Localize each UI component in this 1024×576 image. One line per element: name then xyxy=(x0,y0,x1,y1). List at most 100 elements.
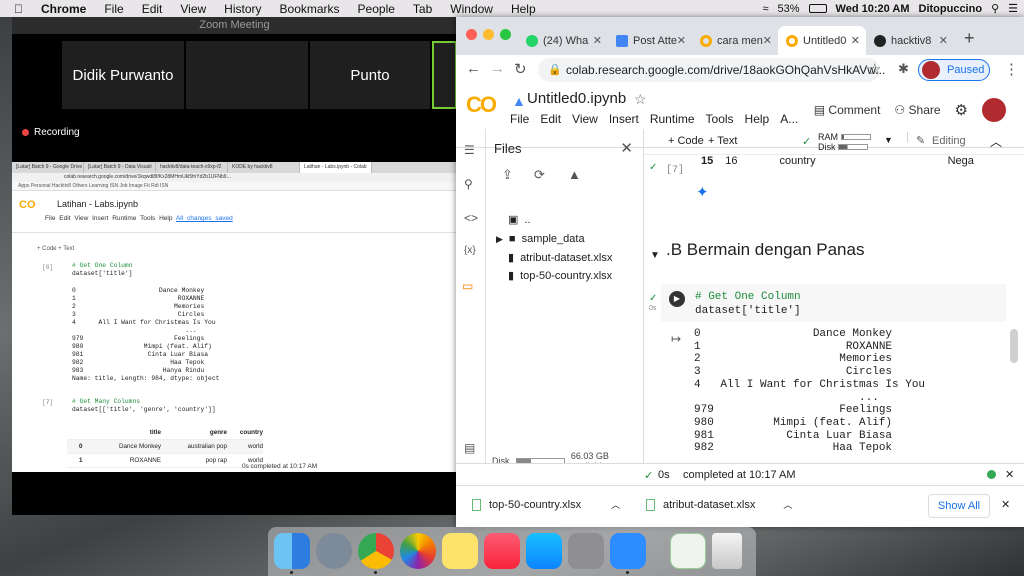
colab-logo[interactable]: CO xyxy=(466,92,497,118)
terminal-icon[interactable]: ▤ xyxy=(464,441,475,455)
menu-help[interactable]: Help xyxy=(745,112,770,126)
control-center-icon[interactable]: ☰ xyxy=(1008,2,1018,15)
toc-icon[interactable]: ☰ xyxy=(464,143,475,157)
user-name[interactable]: Ditopuccino xyxy=(919,3,983,15)
participant-tile-active[interactable] xyxy=(432,41,457,109)
file-sample-data[interactable]: ▶ ■ sample_data xyxy=(496,233,585,245)
menu-tools[interactable]: Tools xyxy=(706,112,734,126)
menu-all-changes[interactable]: A... xyxy=(780,112,798,126)
participant-tile-3[interactable]: Punto xyxy=(310,41,430,109)
new-tab-button[interactable]: + xyxy=(964,28,975,49)
tab-hacktiv8[interactable]: hacktiv8 ✕ xyxy=(866,26,954,55)
comment-button[interactable]: ▤ Comment xyxy=(814,103,881,117)
menu-chrome[interactable]: Chrome xyxy=(32,2,95,16)
tab-post[interactable]: Post Atte ✕ xyxy=(608,26,692,55)
share-button[interactable]: ⚇ Share xyxy=(894,103,940,117)
music-icon[interactable] xyxy=(484,533,520,569)
battery-percent[interactable]: 53% xyxy=(778,3,800,15)
menu-people[interactable]: People xyxy=(349,2,404,16)
close-status-icon[interactable]: ✕ xyxy=(1005,468,1014,481)
mount-drive-icon[interactable]: ▲ xyxy=(568,167,581,182)
participant-tile-2[interactable] xyxy=(186,41,308,109)
collapse-section-icon[interactable]: ▼ xyxy=(650,250,660,261)
clock[interactable]: Wed 10:20 AM xyxy=(836,3,910,15)
add-text-button[interactable]: + Text xyxy=(708,135,737,147)
close-window-button[interactable] xyxy=(466,29,477,40)
show-all-button[interactable]: Show All xyxy=(928,494,990,518)
trash-icon[interactable] xyxy=(712,533,742,569)
menu-edit[interactable]: Edit xyxy=(540,112,561,126)
profile-paused-button[interactable]: Paused xyxy=(918,59,990,81)
menu-file[interactable]: File xyxy=(510,112,529,126)
maximize-window-button[interactable] xyxy=(500,29,511,40)
photos-icon[interactable] xyxy=(400,533,436,569)
close-panel-icon[interactable]: ✕ xyxy=(620,139,633,157)
chrome-icon[interactable] xyxy=(358,533,394,569)
resource-monitor[interactable]: RAM Disk xyxy=(818,132,871,152)
code-snippets-icon[interactable]: <> xyxy=(464,211,478,225)
participant-tile-1[interactable]: Didik Purwanto xyxy=(62,41,184,109)
menu-edit[interactable]: Edit xyxy=(133,2,172,16)
star-icon[interactable]: ☆ xyxy=(634,91,647,108)
bookmark-star-icon[interactable]: ☆ xyxy=(868,60,881,78)
editing-mode-button[interactable]: Editing xyxy=(932,135,966,147)
menu-view[interactable]: View xyxy=(572,112,598,126)
close-tab-icon[interactable]: ✕ xyxy=(851,34,860,47)
system-preferences-icon[interactable] xyxy=(568,533,604,569)
tab-untitled0[interactable]: Untitled0 ✕ xyxy=(778,26,866,55)
chevron-up-icon[interactable]: ︿ xyxy=(783,498,792,511)
menu-history[interactable]: History xyxy=(215,2,270,16)
launchpad-icon[interactable] xyxy=(316,533,352,569)
address-bar[interactable]: 🔒 colab.research.google.com/drive/18aokG… xyxy=(538,58,885,82)
finder-icon[interactable] xyxy=(274,533,310,569)
app-store-icon[interactable] xyxy=(526,533,562,569)
menu-insert[interactable]: Insert xyxy=(609,112,639,126)
search-icon[interactable]: ⚲ xyxy=(991,2,999,15)
file-parent[interactable]: ▣.. xyxy=(508,213,531,227)
file-top-50-country[interactable]: ▮ top-50-country.xlsx xyxy=(508,269,612,283)
tab-cara[interactable]: cara men ✕ xyxy=(692,26,778,55)
close-tab-icon[interactable]: ✕ xyxy=(593,34,602,47)
more-menu-icon[interactable]: ⋮ xyxy=(1004,60,1019,78)
file-atribut-dataset[interactable]: ▮ atribut-dataset.xlsx xyxy=(508,251,612,265)
code-cell[interactable]: ▶ # Get One Column dataset['title'] xyxy=(661,284,1006,322)
menu-runtime[interactable]: Runtime xyxy=(650,112,695,126)
menu-bookmarks[interactable]: Bookmarks xyxy=(271,2,349,16)
forward-icon[interactable]: → xyxy=(490,60,505,77)
add-code-button[interactable]: + Code xyxy=(668,135,704,147)
collapse-header-icon[interactable]: ︿ xyxy=(990,133,1002,150)
folder-icon[interactable]: ▭ xyxy=(462,279,473,293)
upload-icon[interactable]: ⇪ xyxy=(502,167,513,183)
close-downloads-icon[interactable]: ✕ xyxy=(1001,498,1010,511)
menu-window[interactable]: Window xyxy=(441,2,502,16)
extensions-icon[interactable]: ✱ xyxy=(898,61,909,77)
chevron-up-icon[interactable]: ︿ xyxy=(611,498,620,511)
download-item-1[interactable]: top-50-country.xlsx ︿ xyxy=(472,498,620,511)
magic-wand-icon[interactable]: ✦ xyxy=(696,183,709,201)
reload-icon[interactable]: ↻ xyxy=(514,60,527,78)
scrollbar[interactable] xyxy=(1010,329,1018,363)
run-cell-button[interactable]: ▶ xyxy=(669,291,685,307)
spreadsheet-file-icon[interactable] xyxy=(670,533,706,569)
zoom-icon[interactable] xyxy=(610,533,646,569)
back-icon[interactable]: ← xyxy=(466,60,481,77)
download-item-2[interactable]: atribut-dataset.xlsx ︿ xyxy=(646,498,792,511)
settings-gear-icon[interactable]: ⚙ xyxy=(955,101,968,119)
menu-help[interactable]: Help xyxy=(502,2,545,16)
close-tab-icon[interactable]: ✕ xyxy=(677,34,686,47)
notes-icon[interactable] xyxy=(442,533,478,569)
refresh-folder-icon[interactable]: ⟳ xyxy=(534,167,545,183)
variables-icon[interactable]: {x} xyxy=(464,245,476,256)
resource-dropdown-icon[interactable]: ▼ xyxy=(884,135,893,145)
menu-file[interactable]: File xyxy=(95,2,132,16)
avatar[interactable] xyxy=(982,98,1006,122)
notebook-title[interactable]: Untitled0.ipynb xyxy=(527,90,626,107)
apple-icon[interactable]:  xyxy=(0,2,32,16)
output-actions-icon[interactable]: ↦ xyxy=(671,332,681,346)
close-tab-icon[interactable]: ✕ xyxy=(763,34,772,47)
menu-tab[interactable]: Tab xyxy=(404,2,441,16)
wifi-icon[interactable]: ≈ xyxy=(762,3,768,15)
tab-whatsapp[interactable]: (24) Wha ✕ xyxy=(518,26,608,55)
minimize-window-button[interactable] xyxy=(483,29,494,40)
menu-view[interactable]: View xyxy=(171,2,215,16)
